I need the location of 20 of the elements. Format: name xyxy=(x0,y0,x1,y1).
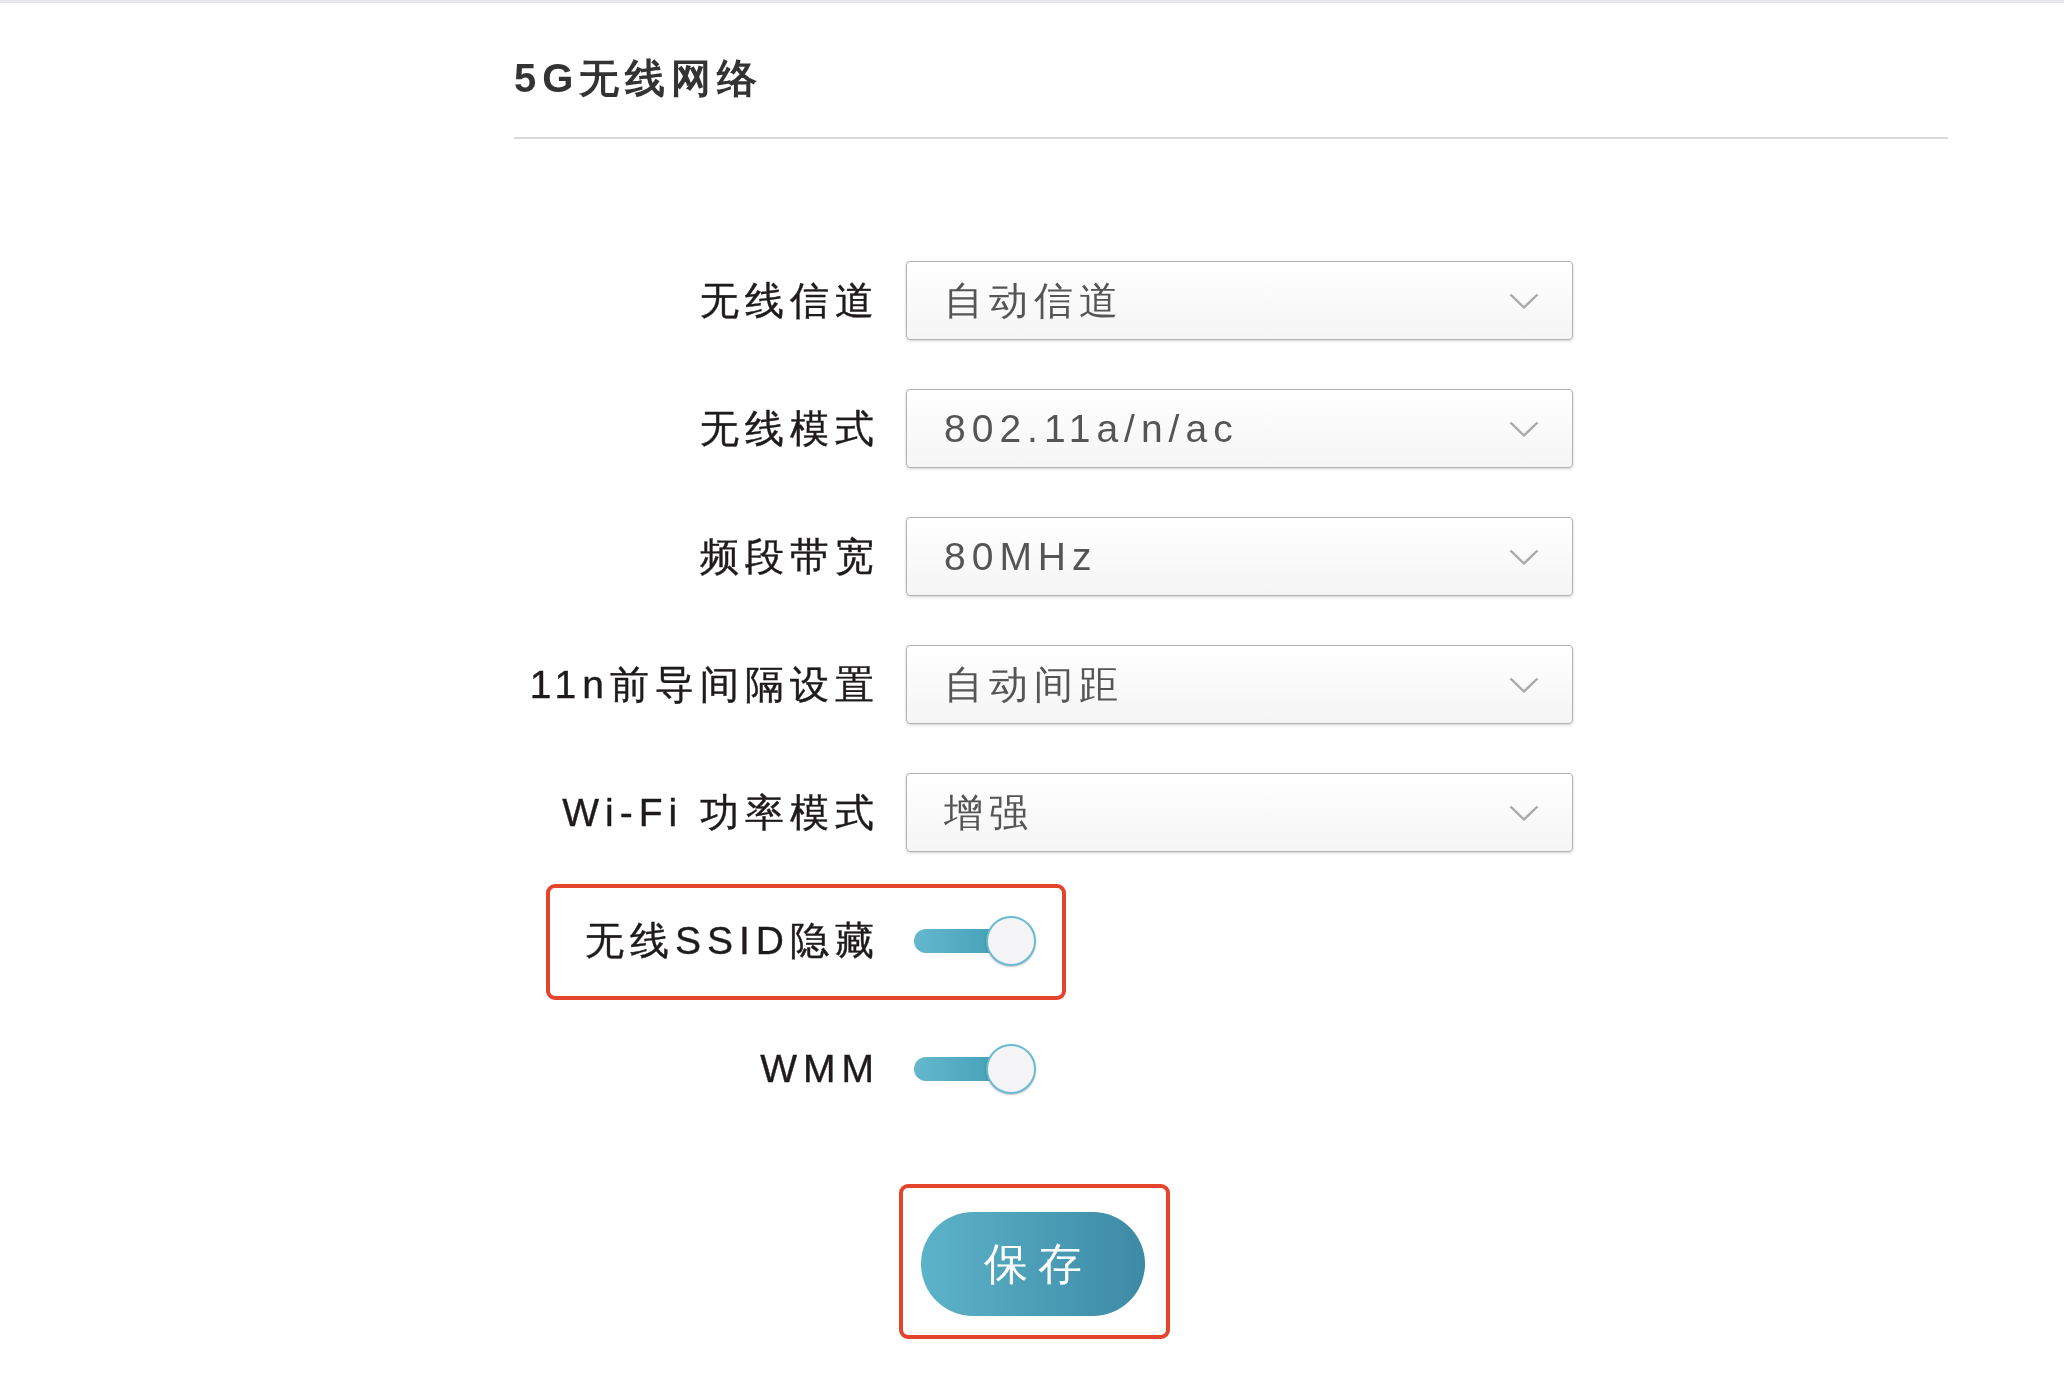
chevron-down-icon xyxy=(1509,292,1539,309)
setting-label: 无线信道 xyxy=(700,277,880,324)
chevron-down-icon xyxy=(1509,548,1539,565)
setting-label: 无线模式 xyxy=(700,405,880,452)
section-title: 5G无线网络 xyxy=(514,55,764,102)
dropdown-select[interactable]: 增强 xyxy=(906,773,1573,852)
setting-label: WMM xyxy=(760,1045,880,1092)
chevron-down-icon xyxy=(1509,804,1539,821)
toggle-switch[interactable] xyxy=(914,1041,1038,1096)
setting-label: 频段带宽 xyxy=(700,533,880,580)
setting-label: Wi-Fi 功率模式 xyxy=(562,789,880,836)
dropdown-select[interactable]: 80MHz xyxy=(906,517,1573,596)
dropdown-select[interactable]: 802.11a/n/ac xyxy=(906,389,1573,468)
toggle-switch[interactable] xyxy=(914,913,1038,968)
chevron-down-icon xyxy=(1509,420,1539,437)
dropdown-select[interactable]: 自动间距 xyxy=(906,645,1573,724)
setting-label: 无线SSID隐藏 xyxy=(584,917,880,964)
chevron-down-icon xyxy=(1509,676,1539,693)
setting-label: 11n前导间隔设置 xyxy=(529,661,880,708)
dropdown-select[interactable]: 自动信道 xyxy=(906,261,1573,340)
